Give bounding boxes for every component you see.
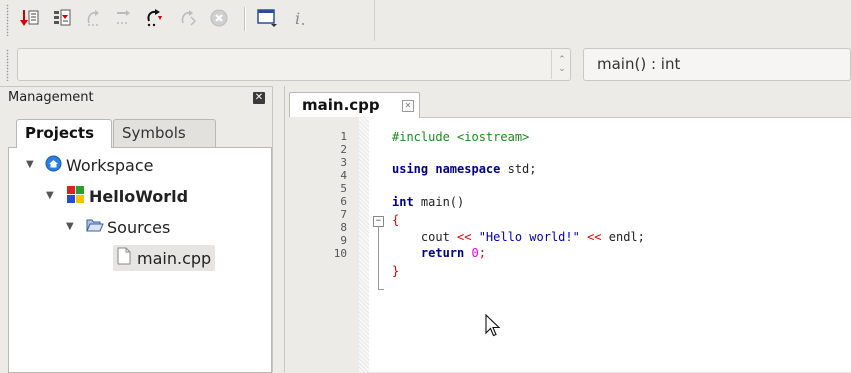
editor-area: main.cpp ✕ 1 2 3 4 5 6 7 8 9 10 − #inclu…	[285, 86, 851, 372]
scope-spinner-arrows[interactable]: ⌃ ⌄	[551, 50, 572, 79]
line-number: 10	[333, 247, 347, 260]
code-line-8[interactable]: return 0;	[392, 246, 486, 260]
fold-end	[378, 289, 384, 290]
step-into-instruction-icon	[177, 7, 199, 29]
information-icon: i	[288, 7, 310, 29]
code-line-5[interactable]: int main()	[392, 195, 464, 209]
editor-tab-main-cpp[interactable]: main.cpp ✕	[289, 92, 420, 118]
debugging-windows-icon	[255, 7, 279, 29]
editor-tab-label: main.cpp	[302, 96, 380, 114]
code-keyword: using namespace	[392, 162, 501, 176]
tree-item-project[interactable]: HelloWorld	[67, 186, 188, 207]
fold-line	[378, 227, 379, 289]
tree-item-label: Sources	[107, 217, 171, 237]
line-number-gutter: 1 2 3 4 5 6 7 8 9 10	[285, 117, 359, 372]
code-text: std;	[500, 162, 537, 176]
line-number: 7	[340, 208, 347, 221]
toolbar-separator	[244, 7, 246, 31]
chevron-down-icon: ⌄	[558, 63, 566, 74]
toolbar-edge	[374, 0, 375, 41]
run-to-cursor-icon	[18, 7, 40, 29]
mouse-cursor-icon	[485, 313, 501, 342]
line-number: 5	[340, 182, 347, 195]
debugger-toolbar: i	[0, 0, 851, 41]
code-keyword: return	[392, 246, 465, 260]
fold-collapse-icon[interactable]: −	[373, 216, 384, 227]
project-icon	[67, 186, 84, 207]
information-button[interactable]: i	[286, 4, 312, 32]
tree-item-file[interactable]: main.cpp	[113, 245, 216, 271]
next-instruction-button[interactable]	[142, 4, 168, 32]
tree-item-label: HelloWorld	[89, 187, 189, 206]
debugging-windows-button[interactable]	[254, 4, 280, 32]
tree-item-label: main.cpp	[137, 248, 212, 268]
next-line-icon	[51, 7, 73, 29]
line-number: 3	[340, 156, 347, 169]
workspace-icon	[45, 155, 62, 176]
tree-item-sources[interactable]: Sources	[86, 217, 170, 237]
code-completion-toolbar: ⌃ ⌄ main() : int	[0, 43, 851, 86]
expand-arrow-icon[interactable]: ▼	[66, 221, 74, 232]
code-line-7[interactable]: cout << "Hello world!" << endl;	[392, 230, 645, 244]
svg-text:i: i	[295, 9, 300, 28]
stop-debugger-button[interactable]	[206, 4, 232, 32]
code-text: endl;	[601, 230, 645, 244]
folder-open-icon	[86, 217, 104, 237]
stop-debugger-icon	[208, 7, 230, 29]
toolbar-grip[interactable]	[6, 49, 9, 81]
expand-arrow-icon[interactable]: ▼	[46, 190, 54, 201]
management-title: Management	[8, 90, 94, 105]
file-icon	[117, 247, 131, 269]
tab-label: Projects	[25, 124, 95, 142]
scope-select[interactable]	[17, 48, 571, 81]
management-panel: Management ✕ Projects Symbols ▼ Workspac…	[0, 86, 272, 373]
next-line-button[interactable]	[49, 4, 75, 32]
tree-item-workspace[interactable]: Workspace	[45, 155, 153, 176]
step-into-button[interactable]	[81, 4, 107, 32]
step-into-instruction-button[interactable]	[175, 4, 201, 32]
expand-arrow-icon[interactable]: ▼	[26, 159, 34, 170]
line-number: 4	[340, 169, 347, 182]
line-number: 1	[340, 130, 347, 143]
code-string: "Hello world!"	[471, 230, 588, 244]
tab-symbols[interactable]: Symbols	[113, 119, 216, 147]
code-line-3[interactable]: using namespace std;	[392, 162, 537, 176]
code-operator: <<	[587, 230, 602, 244]
step-out-button[interactable]	[110, 4, 136, 32]
tab-label: Symbols	[122, 124, 186, 142]
code-number: 0	[464, 246, 479, 260]
line-number: 6	[340, 195, 347, 208]
line-number: 2	[340, 143, 347, 156]
close-icon[interactable]: ✕	[253, 92, 265, 104]
project-tree: ▼ Workspace ▼ HelloWorld ▼ Sources main.…	[8, 147, 272, 373]
code-line-6[interactable]: {	[392, 213, 399, 227]
next-instruction-icon	[144, 7, 166, 29]
tab-projects[interactable]: Projects	[16, 119, 112, 148]
code-line-9[interactable]: }	[392, 264, 399, 278]
tree-item-label: Workspace	[66, 156, 154, 175]
code-operator: <<	[457, 230, 472, 244]
editor-tab-bar: main.cpp ✕	[285, 86, 851, 118]
panel-splitter[interactable]	[272, 86, 285, 372]
fold-margin	[359, 117, 369, 372]
toolbar-grip[interactable]	[6, 4, 9, 36]
run-to-cursor-button[interactable]	[16, 4, 42, 32]
code-line-1[interactable]: #include <iostream>	[392, 130, 529, 144]
close-icon[interactable]: ✕	[402, 100, 414, 112]
step-into-icon	[83, 7, 105, 29]
function-value: main() : int	[597, 55, 681, 73]
function-select[interactable]: main() : int	[583, 48, 851, 81]
code-keyword: int	[392, 195, 414, 209]
line-number: 9	[340, 234, 347, 247]
code-text: ;	[478, 246, 486, 260]
line-number: 8	[340, 221, 347, 234]
step-out-icon	[112, 7, 134, 29]
code-text: cout	[392, 230, 458, 244]
code-text: main()	[413, 195, 465, 209]
